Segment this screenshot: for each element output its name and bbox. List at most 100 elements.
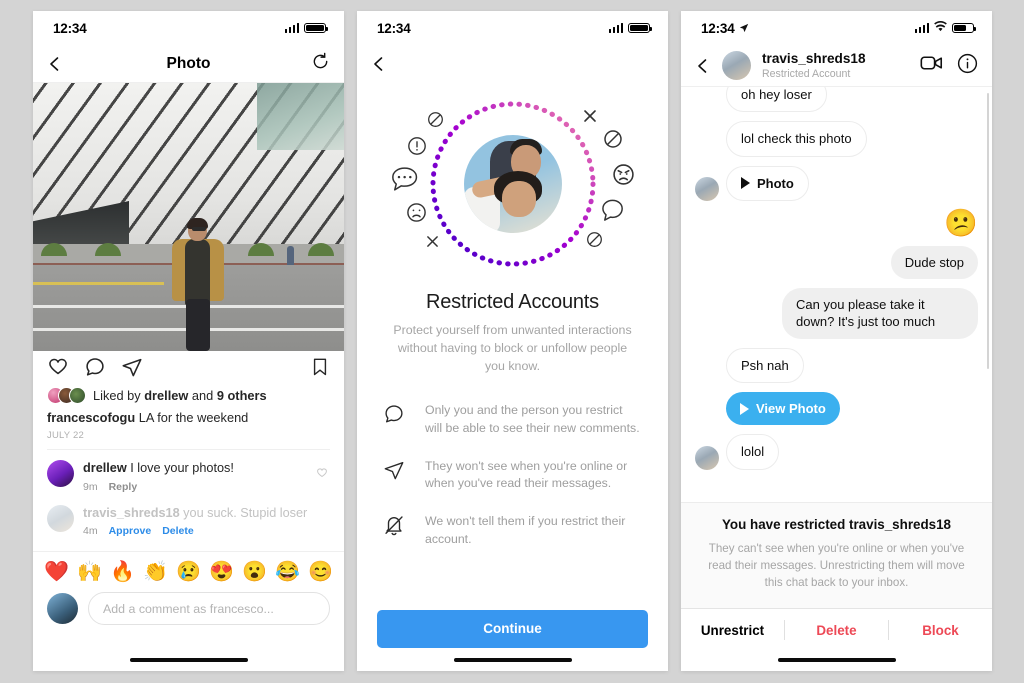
comment-composer: Add a comment as francesco... bbox=[33, 590, 344, 626]
profile-avatar bbox=[463, 135, 562, 233]
delete-button[interactable]: Delete bbox=[785, 623, 888, 638]
emoji-heart[interactable]: ❤️ bbox=[44, 562, 69, 582]
caption-username[interactable]: francescofogu bbox=[47, 410, 135, 425]
delete-button[interactable]: Delete bbox=[162, 525, 194, 537]
phone-screen-restricted-intro: 12:34 Restricted Accounts Protect yourse… bbox=[357, 11, 668, 671]
comment-time: 4m bbox=[83, 525, 98, 538]
feature-text: They won't see when you're online or whe… bbox=[425, 458, 628, 491]
chat-scrollbar[interactable] bbox=[986, 93, 989, 369]
avatar[interactable] bbox=[722, 51, 751, 80]
status-indicators bbox=[608, 22, 653, 34]
continue-button[interactable]: Continue bbox=[377, 609, 648, 648]
comment-text: you suck. Stupid loser bbox=[179, 505, 308, 520]
avatar[interactable] bbox=[695, 176, 719, 201]
message-bubble[interactable]: lol check this photo bbox=[726, 121, 867, 157]
no-entry-icon bbox=[427, 111, 444, 128]
message-row-emoji: 😕 bbox=[695, 209, 978, 237]
message-bubble[interactable]: Psh nah bbox=[726, 347, 804, 383]
dm-navbar: travis_shreds18 Restricted Account bbox=[681, 45, 992, 87]
phone-screen-direct-message: 12:34 travis_shreds18 Restricted Account bbox=[681, 11, 992, 671]
avatar[interactable] bbox=[695, 445, 719, 470]
likes-count[interactable]: 9 others bbox=[217, 388, 267, 403]
home-indicator bbox=[357, 648, 668, 672]
emoji-fire[interactable]: 🔥 bbox=[110, 562, 135, 582]
message-bubble[interactable]: Dude stop bbox=[890, 245, 978, 280]
avatar[interactable] bbox=[47, 460, 74, 488]
avatar[interactable] bbox=[47, 504, 74, 532]
emoji-surprised[interactable]: 😮 bbox=[242, 562, 267, 582]
restricted-notice-body: They can't see when you're online or whe… bbox=[708, 542, 965, 589]
emoji-joy[interactable]: 😂 bbox=[275, 562, 300, 582]
message-row: Psh nah bbox=[695, 347, 978, 383]
comment-item-restricted: travis_shreds18 you suck. Stupid loser 4… bbox=[33, 495, 344, 540]
status-bar: 12:34 bbox=[681, 11, 992, 45]
message-row: Can you please take it down? It's just t… bbox=[695, 288, 978, 339]
view-photo-button[interactable]: View Photo bbox=[726, 391, 840, 426]
back-button[interactable] bbox=[695, 58, 711, 74]
message-bubble[interactable]: oh hey loser bbox=[726, 87, 827, 113]
bell-off-icon bbox=[383, 513, 407, 541]
status-bar: 12:34 bbox=[357, 11, 668, 45]
like-icon[interactable] bbox=[47, 356, 69, 383]
contact-username: travis_shreds18 bbox=[762, 51, 866, 67]
liker-avatars bbox=[47, 387, 86, 404]
cellular-signal-icon bbox=[608, 23, 623, 33]
message-row: Dude stop bbox=[695, 245, 978, 280]
page-subtitle: Protect yourself from unwanted interacti… bbox=[393, 323, 632, 373]
ellipsis-bubble-icon bbox=[390, 166, 424, 193]
share-icon[interactable] bbox=[121, 356, 143, 383]
save-icon[interactable] bbox=[310, 357, 330, 382]
page-title: Restricted Accounts bbox=[426, 291, 599, 313]
emoji-clap[interactable]: 👏 bbox=[143, 562, 168, 582]
emoji-cry[interactable]: 😢 bbox=[176, 562, 201, 582]
video-camera-icon[interactable] bbox=[920, 54, 943, 77]
info-circle-icon[interactable] bbox=[957, 53, 978, 79]
back-button[interactable] bbox=[371, 56, 387, 72]
photo-message-label: Photo bbox=[757, 175, 794, 191]
back-button[interactable] bbox=[47, 56, 63, 72]
conversation-title[interactable]: travis_shreds18 Restricted Account bbox=[762, 51, 909, 80]
status-time: 12:34 bbox=[53, 20, 87, 36]
unrestrict-button[interactable]: Unrestrict bbox=[681, 623, 784, 638]
home-indicator bbox=[33, 648, 344, 672]
emoji-raised-hands[interactable]: 🙌 bbox=[77, 562, 102, 582]
phone-screen-photo-post: 12:34 Photo Liked by drellew and 9 other… bbox=[33, 11, 344, 671]
likes-summary[interactable]: Liked by drellew and 9 others bbox=[33, 387, 344, 409]
feature-list: Only you and the person you restrict wil… bbox=[357, 402, 668, 549]
exclamation-bubble-icon bbox=[407, 136, 427, 156]
status-indicators bbox=[914, 19, 977, 37]
view-photo-label: View Photo bbox=[756, 400, 826, 416]
page-title: Photo bbox=[166, 54, 211, 72]
message-bubble[interactable]: lolol bbox=[726, 434, 780, 470]
caption-text: LA for the weekend bbox=[135, 410, 249, 425]
comment-input[interactable]: Add a comment as francesco... bbox=[88, 592, 330, 626]
status-bar: 12:34 bbox=[33, 11, 344, 45]
comment-icon[interactable] bbox=[84, 356, 106, 383]
approve-button[interactable]: Approve bbox=[109, 525, 152, 537]
emoji-message[interactable]: 😕 bbox=[944, 209, 978, 237]
comment-item: drellew I love your photos! 9m Reply bbox=[33, 450, 344, 495]
message-row: lolol bbox=[695, 434, 978, 470]
photo-message-bubble[interactable]: Photo bbox=[726, 165, 809, 201]
likes-user[interactable]: drellew bbox=[144, 388, 188, 403]
emoji-smile[interactable]: 😊 bbox=[308, 562, 333, 582]
refresh-icon[interactable] bbox=[311, 52, 330, 76]
block-button[interactable]: Block bbox=[889, 623, 992, 638]
comment-username[interactable]: travis_shreds18 bbox=[83, 506, 180, 520]
post-photo[interactable] bbox=[33, 83, 344, 351]
paper-plane-icon bbox=[383, 458, 407, 486]
intro-navbar bbox=[357, 45, 668, 83]
emoji-heart-eyes[interactable]: 😍 bbox=[209, 562, 234, 582]
speech-bubble-icon bbox=[601, 199, 625, 221]
message-list[interactable]: oh hey loser lol check this photo Photo … bbox=[681, 87, 992, 502]
comment-like-icon[interactable] bbox=[316, 466, 328, 484]
comment-username[interactable]: drellew bbox=[83, 461, 127, 475]
no-entry-icon bbox=[603, 129, 623, 149]
screenshot-stage: 12:34 Photo Liked by drellew and 9 other… bbox=[0, 0, 1024, 683]
comment-icon bbox=[383, 402, 407, 430]
photo-subject-person bbox=[170, 218, 226, 351]
comment-reply-button[interactable]: Reply bbox=[109, 481, 138, 493]
frowning-face-icon bbox=[406, 202, 427, 223]
contact-status: Restricted Account bbox=[762, 67, 851, 80]
message-bubble[interactable]: Can you please take it down? It's just t… bbox=[782, 288, 978, 339]
